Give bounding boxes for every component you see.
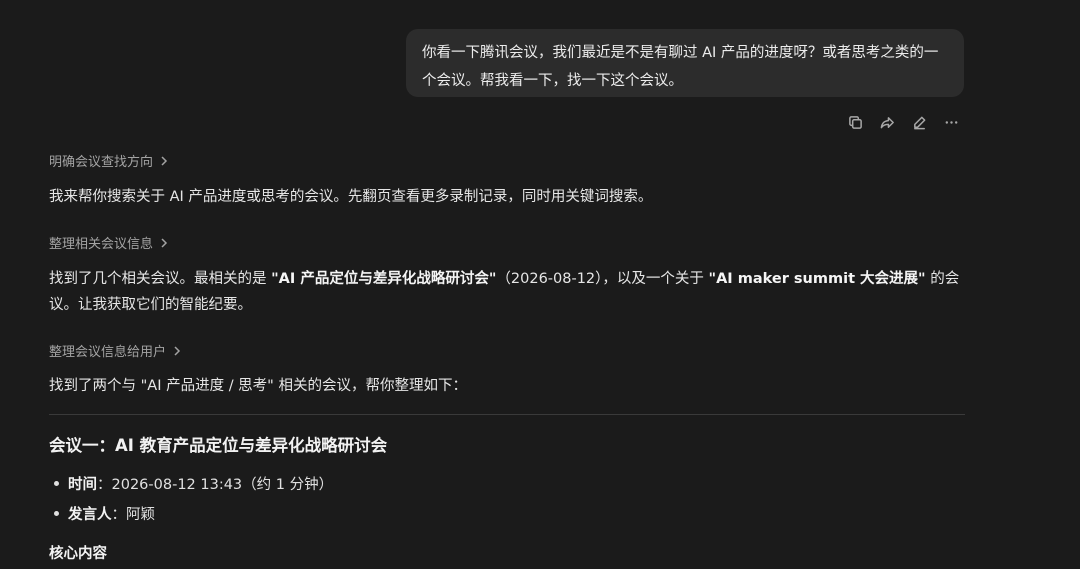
divider	[49, 414, 965, 415]
share-icon	[880, 117, 894, 129]
meeting-1-time: 时间 ：2026-08-12 13:43（约 1 分钟）	[54, 473, 333, 494]
paragraph-text: 我来帮你搜索关于 AI 产品进度或思考的会议。先翻页查看更多录制记录，同时用关键…	[49, 189, 653, 205]
paragraph-text: 找到了两个与 "AI 产品进度 / 思考" 相关的会议，帮你整理如下：	[49, 378, 467, 394]
user-message-bubble: 你看一下腾讯会议，我们最近是不是有聊过 AI 产品的进度呀？或者思考之类的一个会…	[406, 29, 964, 97]
edit-icon	[914, 116, 926, 130]
bullet-dot	[54, 511, 59, 516]
copy-button[interactable]	[846, 113, 865, 132]
message-actions	[846, 113, 961, 132]
step-label: 整理相关会议信息	[49, 237, 154, 252]
assistant-paragraph-2: 找到了几个相关会议。最相关的是 "AI 产品定位与差异化战略研讨会"（2026-…	[49, 266, 965, 318]
step-toggle-2[interactable]: 整理相关会议信息	[49, 233, 169, 252]
chevron-right-icon	[174, 345, 181, 356]
step-toggle-3[interactable]: 整理会议信息给用户	[49, 341, 182, 360]
time-value: ：2026-08-12 13:43（约 1 分钟）	[97, 477, 334, 493]
time-key: 时间	[68, 477, 97, 493]
meeting-name-highlight: "AI maker summit 大会进展"	[708, 271, 926, 287]
share-button[interactable]	[878, 113, 897, 132]
more-icon	[945, 121, 958, 124]
speaker-key: 发言人	[68, 507, 112, 523]
edit-button[interactable]	[910, 113, 929, 132]
core-content-heading: 核心内容	[49, 546, 107, 562]
copy-icon	[849, 116, 862, 129]
paragraph-text: （2026-08-12），以及一个关于	[496, 271, 709, 287]
chat-page: 你看一下腾讯会议，我们最近是不是有聊过 AI 产品的进度呀？或者思考之类的一个会…	[0, 0, 1080, 569]
step-toggle-1[interactable]: 明确会议查找方向	[49, 151, 169, 170]
user-message-text: 你看一下腾讯会议，我们最近是不是有聊过 AI 产品的进度呀？或者思考之类的一个会…	[422, 45, 939, 89]
bullet-dot	[54, 481, 59, 486]
meeting-1-title: 会议一：AI 教育产品定位与差异化战略研讨会	[49, 436, 388, 455]
step-label: 明确会议查找方向	[49, 155, 154, 170]
step-label: 整理会议信息给用户	[49, 345, 167, 360]
meeting-1-speaker: 发言人 ：阿颖	[54, 503, 155, 524]
assistant-paragraph-1: 我来帮你搜索关于 AI 产品进度或思考的会议。先翻页查看更多录制记录，同时用关键…	[49, 184, 965, 210]
speaker-value: ：阿颖	[111, 507, 156, 523]
paragraph-text: 找到了几个相关会议。最相关的是	[49, 271, 272, 287]
more-button[interactable]	[942, 113, 961, 132]
chevron-right-icon	[161, 155, 168, 166]
meeting-name-highlight: "AI 产品定位与差异化战略研讨会"	[271, 271, 497, 287]
chevron-right-icon	[161, 237, 168, 248]
assistant-paragraph-3: 找到了两个与 "AI 产品进度 / 思考" 相关的会议，帮你整理如下：	[49, 373, 965, 399]
